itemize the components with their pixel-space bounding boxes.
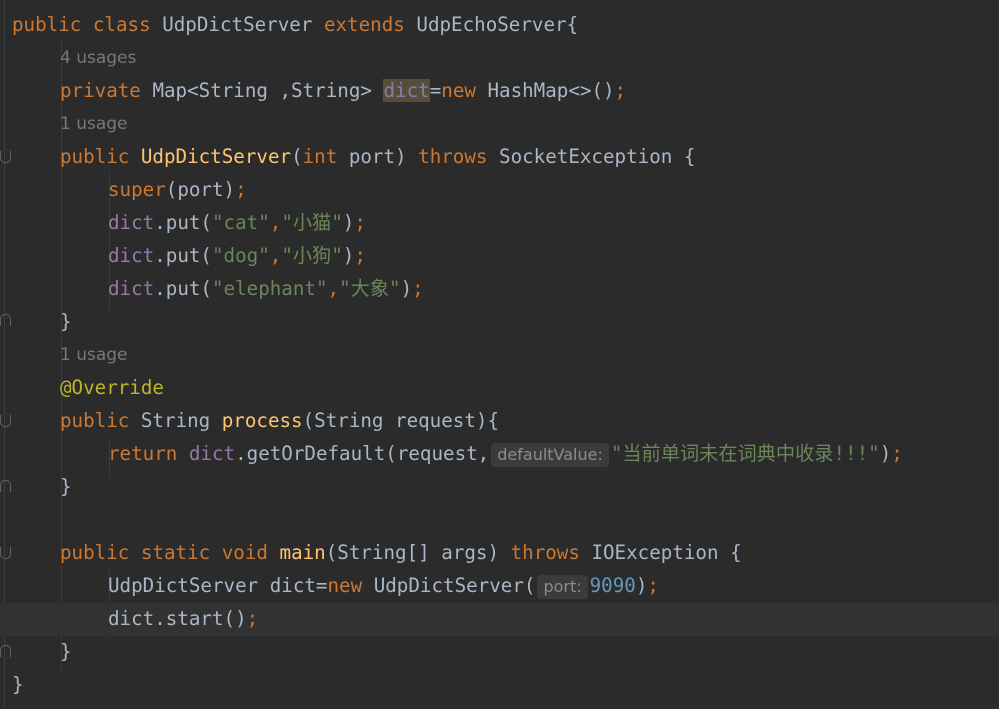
- comma: ,: [269, 244, 282, 267]
- keyword: public: [60, 145, 130, 168]
- keyword: void: [221, 541, 268, 564]
- field-name: dict: [188, 442, 236, 465]
- method-name: main: [279, 541, 326, 564]
- call: .put(: [154, 211, 212, 234]
- keyword: new: [327, 574, 363, 597]
- class-name: UdpDictServer: [162, 13, 313, 36]
- operator: =: [429, 79, 442, 102]
- brace: {: [566, 13, 579, 36]
- call: .put(: [154, 244, 212, 267]
- code-line[interactable]: public class UdpDictServer extends UdpEc…: [12, 8, 578, 41]
- constructor: UdpDictServer(: [362, 574, 536, 597]
- string: "小猫": [281, 211, 343, 234]
- semicolon: ;: [647, 574, 659, 597]
- declaration: UdpDictServer dict=: [108, 574, 328, 597]
- params: (String request){: [302, 409, 499, 432]
- code-line[interactable]: private Map<String ,String> dict=new Has…: [60, 74, 626, 107]
- keyword: public: [60, 541, 130, 564]
- params: (String[] args): [325, 541, 511, 564]
- code-line[interactable]: }: [60, 635, 72, 668]
- fold-marker-icon[interactable]: [0, 314, 11, 326]
- keyword: int: [302, 145, 338, 168]
- semicolon: ;: [614, 79, 627, 102]
- usage-hint[interactable]: 4 usages: [60, 42, 136, 75]
- semicolon: ;: [891, 442, 903, 465]
- semicolon: ;: [246, 607, 259, 630]
- call: dict.start(): [108, 607, 247, 630]
- code-line[interactable]: public static void main(String[] args) t…: [60, 536, 742, 569]
- string: "cat": [211, 211, 270, 234]
- keyword: new: [441, 79, 476, 102]
- paren: ): [635, 574, 648, 597]
- method-name: process: [221, 409, 303, 432]
- paren: ): [342, 211, 355, 234]
- comma: ,: [327, 277, 340, 300]
- semicolon: ;: [235, 178, 247, 201]
- string: "当前单词未在词典中收录!!!": [610, 442, 880, 465]
- code-line[interactable]: public String process(String request){: [60, 404, 499, 437]
- keyword: class: [92, 13, 151, 36]
- paren: ): [342, 244, 355, 267]
- field-name: dict: [383, 79, 430, 102]
- code-line[interactable]: public UdpDictServer(int port) throws So…: [60, 140, 695, 173]
- field-name: dict: [108, 244, 155, 267]
- args: (port): [165, 178, 236, 201]
- keyword: private: [60, 79, 141, 102]
- fold-marker-icon[interactable]: [0, 547, 11, 559]
- fold-marker-icon[interactable]: [0, 415, 11, 427]
- keyword: public: [60, 409, 130, 432]
- code-line[interactable]: return dict.getOrDefault(request, default…: [108, 437, 903, 470]
- code-line[interactable]: dict.put("dog","小狗");: [108, 239, 366, 272]
- code-line[interactable]: super(port);: [108, 173, 247, 206]
- code-editor[interactable]: public class UdpDictServer extends UdpEc…: [0, 0, 999, 709]
- usage-hint[interactable]: 1 usage: [60, 108, 128, 141]
- type: Map<String ,String>: [152, 79, 384, 102]
- fold-marker-icon[interactable]: [0, 151, 11, 163]
- string: "elephant": [211, 277, 328, 300]
- type: String: [129, 409, 222, 432]
- fold-marker-icon[interactable]: [0, 645, 11, 657]
- string: "大象": [339, 277, 401, 300]
- field-name: dict: [108, 211, 155, 234]
- paren: ): [879, 442, 892, 465]
- comma: ,: [269, 211, 282, 234]
- keyword: return: [108, 442, 178, 465]
- constructor: HashMap<>(): [475, 79, 615, 102]
- usage-hint[interactable]: 1 usage: [60, 339, 128, 372]
- paren: ): [400, 277, 413, 300]
- semicolon: ;: [412, 277, 424, 300]
- fold-marker-icon[interactable]: [0, 480, 11, 492]
- keyword: static: [140, 541, 211, 564]
- semicolon: ;: [354, 211, 366, 234]
- parameter-hint: defaultValue:: [491, 443, 609, 467]
- code-line[interactable]: }: [60, 305, 72, 338]
- annotation[interactable]: @Override: [60, 371, 164, 404]
- code-line[interactable]: dict.put("elephant","大象");: [108, 272, 424, 305]
- string: "dog": [211, 244, 270, 267]
- paren: (: [291, 145, 303, 168]
- exception: SocketException {: [487, 145, 696, 168]
- semicolon: ;: [354, 244, 366, 267]
- keyword: throws: [418, 145, 488, 168]
- exception: IOException {: [579, 541, 742, 564]
- code-line[interactable]: dict.start();: [108, 602, 258, 635]
- method-name: UdpDictServer: [140, 145, 292, 168]
- parameter-hint: port:: [537, 575, 588, 599]
- parent-class: UdpEchoServer: [416, 13, 567, 36]
- keyword: public: [12, 13, 82, 36]
- code-line[interactable]: }: [12, 668, 24, 701]
- call: .getOrDefault(request,: [235, 442, 490, 465]
- keyword: super: [108, 178, 166, 201]
- keyword: extends: [323, 13, 405, 36]
- code-line[interactable]: }: [60, 470, 72, 503]
- string: "小狗": [281, 244, 343, 267]
- code-line[interactable]: dict.put("cat","小猫");: [108, 206, 366, 239]
- call: .put(: [154, 277, 212, 300]
- params: port): [337, 145, 419, 168]
- number: 9090: [589, 574, 636, 597]
- field-name: dict: [108, 277, 155, 300]
- code-line[interactable]: UdpDictServer dict=new UdpDictServer(por…: [108, 569, 659, 602]
- keyword: throws: [510, 541, 580, 564]
